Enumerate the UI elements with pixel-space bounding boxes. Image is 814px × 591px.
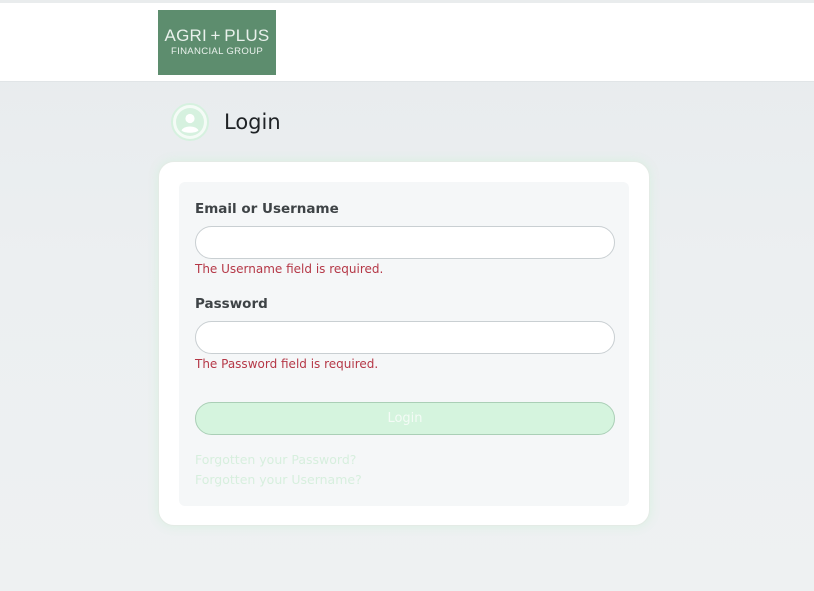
password-label: Password [195,296,268,312]
page-title-row: Login [171,102,281,142]
forgot-password-link[interactable]: Forgotten your Password? [195,452,356,467]
page: AGRI + PLUS FINANCIAL GROUP Login Email … [0,0,814,591]
company-logo[interactable]: AGRI + PLUS FINANCIAL GROUP [158,10,276,75]
username-error: The Username field is required. [195,262,384,276]
logo-tagline: FINANCIAL GROUP [170,46,264,57]
login-form: Email or Username The Username field is … [179,182,629,506]
forgot-username-link[interactable]: Forgotten your Username? [195,472,362,487]
logo-wordmark: AGRI + PLUS [164,26,270,45]
login-button[interactable]: Login [195,402,615,435]
user-circle-icon [171,103,209,141]
page-title: Login [224,110,281,134]
username-label: Email or Username [195,201,339,217]
login-card: Email or Username The Username field is … [158,161,650,526]
username-input[interactable] [195,226,615,259]
site-header: AGRI + PLUS FINANCIAL GROUP [0,3,814,82]
password-error: The Password field is required. [195,357,379,371]
password-input[interactable] [195,321,615,354]
